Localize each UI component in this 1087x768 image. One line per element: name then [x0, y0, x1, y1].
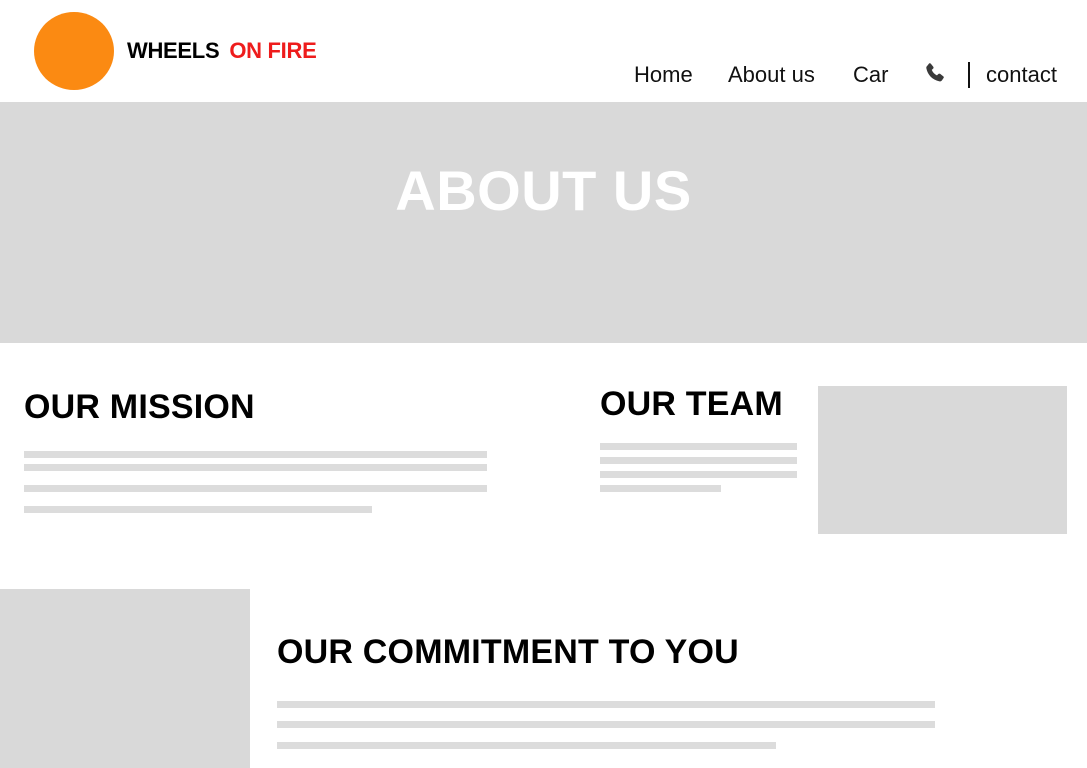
site-header: WHEELS ON FIRE Home About us Car contact	[0, 0, 1087, 102]
nav-link-about-us[interactable]: About us	[728, 62, 815, 88]
commitment-image-placeholder	[0, 589, 250, 768]
nav-link-home[interactable]: Home	[634, 62, 693, 88]
nav-link-car[interactable]: Car	[853, 62, 888, 88]
mission-text-placeholder-line	[24, 485, 487, 492]
brand-name[interactable]: WHEELS ON FIRE	[127, 38, 317, 64]
brand-name-part1: WHEELS	[127, 38, 220, 63]
hero-banner: ABOUT US	[0, 102, 1087, 343]
team-image-placeholder	[818, 386, 1067, 534]
mission-text-placeholder-line	[24, 451, 487, 458]
nav-divider	[968, 62, 970, 88]
team-text-placeholder-line	[600, 485, 721, 492]
phone-icon[interactable]	[922, 61, 948, 87]
main-nav: Home About us Car contact	[0, 62, 1087, 90]
commitment-text-placeholder-line	[277, 721, 935, 728]
team-heading: OUR TEAM	[600, 385, 783, 423]
mission-text-placeholder-line	[24, 464, 487, 471]
commitment-text-placeholder-line	[277, 701, 935, 708]
nav-link-contact[interactable]: contact	[986, 62, 1057, 88]
team-text-placeholder-line	[600, 457, 797, 464]
page-title: ABOUT US	[395, 159, 692, 222]
mission-heading: OUR MISSION	[24, 388, 255, 426]
team-text-placeholder-line	[600, 471, 797, 478]
mission-text-placeholder-line	[24, 506, 372, 513]
team-text-placeholder-line	[600, 443, 797, 450]
brand-name-part2: ON FIRE	[229, 38, 317, 63]
commitment-text-placeholder-line	[277, 742, 776, 749]
commitment-heading: OUR COMMITMENT TO YOU	[277, 633, 739, 671]
